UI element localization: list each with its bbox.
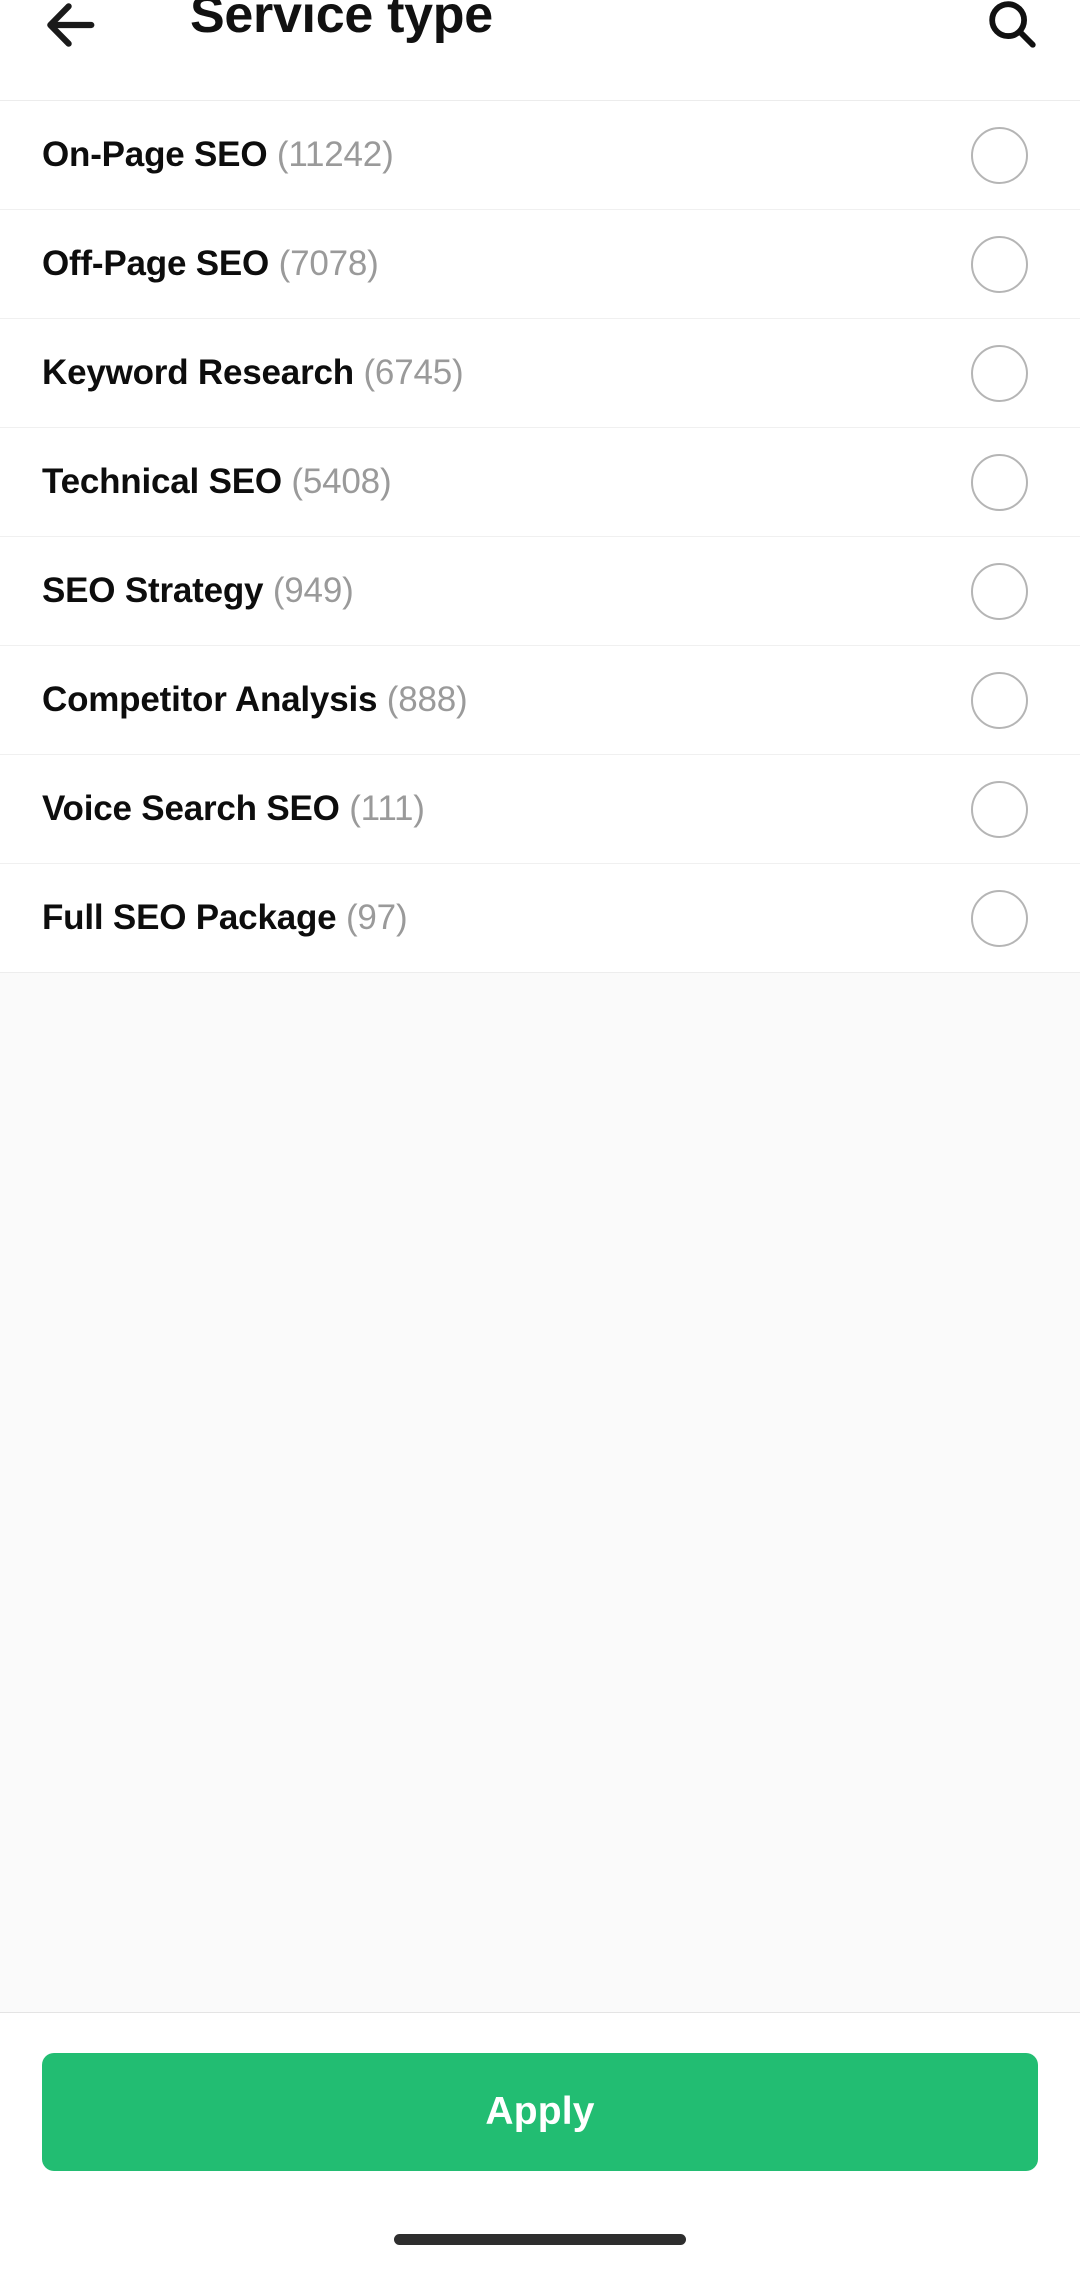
list-empty-space: [0, 973, 1080, 2012]
option-row[interactable]: On-Page SEO (11242): [0, 101, 1080, 210]
option-label-text: Competitor Analysis: [42, 680, 378, 719]
option-count: (6745): [363, 353, 464, 392]
option-count: (7078): [278, 244, 379, 283]
option-label: Full SEO Package (97): [42, 898, 971, 938]
page-title: Service type: [190, 0, 493, 44]
option-row[interactable]: Competitor Analysis (888): [0, 646, 1080, 755]
option-label-text: Voice Search SEO: [42, 789, 340, 828]
option-label-text: Keyword Research: [42, 353, 354, 392]
option-radio[interactable]: [971, 889, 1028, 947]
option-label: Technical SEO (5408): [42, 462, 971, 502]
option-count: (888): [386, 680, 468, 719]
option-count: (5408): [291, 462, 392, 501]
option-radio[interactable]: [971, 126, 1028, 184]
option-label-text: On-Page SEO: [42, 135, 268, 174]
option-row[interactable]: Voice Search SEO (111): [0, 755, 1080, 864]
option-label: Keyword Research (6745): [42, 353, 971, 393]
app-header: Service type: [0, 0, 1080, 101]
option-label: Competitor Analysis (888): [42, 680, 971, 720]
option-radio[interactable]: [971, 562, 1028, 620]
option-label-text: Full SEO Package: [42, 898, 337, 937]
option-count: (11242): [276, 135, 394, 174]
option-label: Off-Page SEO (7078): [42, 244, 971, 284]
home-indicator: [394, 2234, 686, 2245]
option-row[interactable]: Off-Page SEO (7078): [0, 210, 1080, 319]
option-row[interactable]: Full SEO Package (97): [0, 864, 1080, 973]
option-row[interactable]: Keyword Research (6745): [0, 319, 1080, 428]
option-count: (949): [272, 571, 354, 610]
option-label: On-Page SEO (11242): [42, 135, 971, 175]
option-radio[interactable]: [971, 235, 1028, 293]
option-label: Voice Search SEO (111): [42, 789, 971, 829]
option-label: SEO Strategy (949): [42, 571, 971, 611]
option-count: (97): [345, 898, 408, 937]
service-type-option-list: On-Page SEO (11242) Off-Page SEO (7078) Ke…: [0, 101, 1080, 973]
option-label-text: Off-Page SEO: [42, 244, 270, 283]
option-row[interactable]: SEO Strategy (949): [0, 537, 1080, 646]
service-type-filter-screen: Service type On-Page SEO (11242) Off-Page…: [0, 0, 1080, 2269]
option-count: (111): [349, 789, 425, 828]
option-radio[interactable]: [971, 671, 1028, 729]
arrow-left-icon: [38, 0, 102, 57]
option-label-text: Technical SEO: [42, 462, 282, 501]
option-row[interactable]: Technical SEO (5408): [0, 428, 1080, 537]
search-button[interactable]: [970, 0, 1054, 62]
apply-button[interactable]: Apply: [42, 2053, 1038, 2171]
footer-bar: Apply: [0, 2012, 1080, 2269]
option-radio[interactable]: [971, 344, 1028, 402]
options-scroll-area[interactable]: On-Page SEO (11242) Off-Page SEO (7078) Ke…: [0, 101, 1080, 2012]
search-icon: [983, 0, 1041, 53]
option-label-text: SEO Strategy: [42, 571, 273, 610]
option-radio[interactable]: [971, 453, 1028, 511]
option-radio[interactable]: [971, 780, 1028, 838]
back-button[interactable]: [24, 0, 116, 62]
